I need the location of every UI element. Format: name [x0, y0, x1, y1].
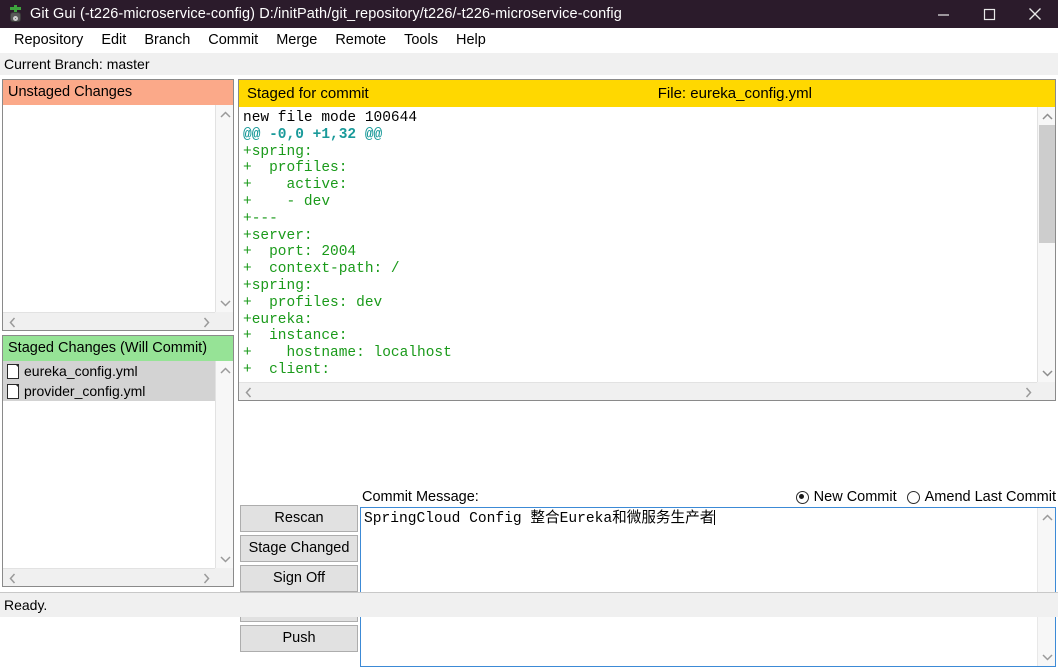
status-text: Ready.	[4, 597, 48, 613]
scroll-corner	[1037, 382, 1055, 400]
action-buttons: Rescan Stage Changed Sign Off Commit Pus…	[240, 505, 358, 655]
menu-item-merge[interactable]: Merge	[267, 30, 326, 51]
scroll-corner	[215, 312, 233, 330]
maximize-icon[interactable]	[966, 0, 1012, 28]
unstaged-vertical-scrollbar[interactable]	[215, 105, 233, 312]
diff-line: + hostname: localhost	[243, 345, 452, 362]
file-icon	[7, 383, 19, 399]
commit-message-value: SpringCloud Config 整合Eureka和微服务生产者	[364, 511, 715, 527]
diff-vertical-scrollbar[interactable]	[1037, 107, 1055, 382]
commit-message-label: Commit Message:	[362, 489, 479, 505]
staged-horizontal-scrollbar[interactable]	[3, 568, 215, 586]
diff-content[interactable]: new file mode 100644 @@ -0,0 +1,32 @@ +s…	[239, 107, 1037, 382]
scroll-right-icon[interactable]	[1019, 383, 1037, 400]
menu-bar: Repository Edit Branch Commit Merge Remo…	[0, 28, 1058, 53]
scroll-right-icon[interactable]	[197, 569, 215, 586]
menu-item-commit[interactable]: Commit	[199, 30, 267, 51]
diff-line: + instance:	[243, 328, 348, 345]
menu-item-tools[interactable]: Tools	[395, 30, 447, 51]
new-commit-label: New Commit	[813, 489, 897, 505]
current-branch-label: Current Branch: master	[4, 56, 150, 72]
diff-line: + context-path: /	[243, 261, 400, 278]
diff-file-info: File: eureka_config.yml	[658, 85, 812, 102]
scroll-up-icon[interactable]	[1038, 508, 1055, 526]
file-icon	[7, 363, 19, 379]
scroll-down-icon[interactable]	[216, 550, 233, 568]
staged-changes-header: Staged Changes (Will Commit)	[3, 336, 233, 361]
diff-line: + profiles:	[243, 160, 348, 177]
scroll-right-icon[interactable]	[197, 313, 215, 330]
menu-item-repository[interactable]: Repository	[5, 30, 92, 51]
left-column: Unstaged Changes Staged Changes (Will Co…	[2, 79, 234, 587]
diff-header: Staged for commit File: eureka_config.ym…	[239, 80, 1055, 107]
list-item[interactable]: provider_config.yml	[3, 381, 215, 401]
unstaged-changes-panel: Unstaged Changes	[2, 79, 234, 331]
scroll-left-icon[interactable]	[3, 569, 21, 586]
scroll-down-icon[interactable]	[216, 294, 233, 312]
commit-vertical-scrollbar[interactable]	[1037, 508, 1055, 666]
commit-message-input[interactable]: SpringCloud Config 整合Eureka和微服务生产者	[361, 508, 1037, 666]
unstaged-changes-header: Unstaged Changes	[3, 80, 233, 105]
current-branch-bar: Current Branch: master	[0, 53, 1058, 75]
new-commit-radio[interactable]: New Commit	[795, 489, 897, 505]
commit-message-header: Commit Message: New Commit Amend Last Co…	[362, 486, 1056, 508]
scroll-corner	[215, 568, 233, 586]
diff-file-name: eureka_config.yml	[690, 85, 812, 102]
staged-vertical-scrollbar[interactable]	[215, 361, 233, 568]
stage-changed-button[interactable]: Stage Changed	[240, 535, 358, 562]
close-icon[interactable]	[1012, 0, 1058, 28]
diff-horizontal-scrollbar[interactable]	[239, 382, 1037, 400]
unstaged-horizontal-scrollbar[interactable]	[3, 312, 215, 330]
scroll-down-icon[interactable]	[1038, 364, 1055, 382]
commit-message-box[interactable]: SpringCloud Config 整合Eureka和微服务生产者	[360, 507, 1056, 667]
minimize-icon[interactable]	[920, 0, 966, 28]
scroll-left-icon[interactable]	[3, 313, 21, 330]
unstaged-file-list[interactable]	[3, 105, 215, 312]
scroll-up-icon[interactable]	[216, 361, 233, 379]
amend-last-commit-label: Amend Last Commit	[924, 489, 1056, 505]
staged-file-name: provider_config.yml	[24, 383, 146, 399]
diff-line: + - dev	[243, 193, 331, 210]
diff-scroll-thumb[interactable]	[1039, 125, 1055, 243]
diff-line: +---	[243, 210, 278, 227]
staged-changes-panel: Staged Changes (Will Commit) eureka_conf…	[2, 335, 234, 587]
diff-line: +eureka:	[243, 311, 313, 328]
diff-line: new file mode 100644	[243, 110, 418, 126]
sign-off-button[interactable]: Sign Off	[240, 565, 358, 592]
diff-file-label: File:	[657, 85, 687, 102]
diff-line: + profiles: dev	[243, 294, 383, 311]
window-title: Git Gui (-t226-microservice-config) D:/i…	[30, 6, 622, 22]
menu-item-help[interactable]: Help	[447, 30, 495, 51]
staged-file-list[interactable]: eureka_config.yml provider_config.yml	[3, 361, 215, 568]
menu-item-remote[interactable]: Remote	[326, 30, 395, 51]
menu-item-branch[interactable]: Branch	[135, 30, 199, 51]
diff-line: + port: 2004	[243, 244, 357, 261]
rescan-button[interactable]: Rescan	[240, 505, 358, 532]
scroll-up-icon[interactable]	[216, 105, 233, 123]
diff-line: + active:	[243, 177, 348, 194]
radio-selected-icon	[795, 490, 809, 504]
push-button[interactable]: Push	[240, 625, 358, 652]
diff-line: + client:	[243, 361, 331, 378]
list-item[interactable]: eureka_config.yml	[3, 361, 215, 381]
scroll-down-icon[interactable]	[1038, 648, 1055, 666]
git-gui-icon	[6, 5, 24, 23]
diff-line: @@ -0,0 +1,32 @@	[243, 126, 383, 143]
diff-line: +spring:	[243, 277, 313, 294]
main-area: Unstaged Changes Staged Changes (Will Co…	[0, 75, 1058, 667]
diff-line: +server:	[243, 227, 313, 244]
text-caret	[714, 510, 716, 525]
title-bar: Git Gui (-t226-microservice-config) D:/i…	[0, 0, 1058, 28]
radio-unselected-icon	[906, 490, 920, 504]
status-bar: Ready.	[0, 592, 1058, 617]
scroll-left-icon[interactable]	[239, 383, 257, 400]
window-controls	[920, 0, 1058, 28]
diff-panel: Staged for commit File: eureka_config.ym…	[238, 79, 1056, 401]
scroll-up-icon[interactable]	[1038, 107, 1055, 125]
staged-file-name: eureka_config.yml	[24, 363, 138, 379]
amend-last-commit-radio[interactable]: Amend Last Commit	[906, 489, 1056, 505]
menu-item-edit[interactable]: Edit	[92, 30, 135, 51]
diff-line: +spring:	[243, 143, 313, 160]
diff-header-title: Staged for commit	[247, 85, 369, 102]
